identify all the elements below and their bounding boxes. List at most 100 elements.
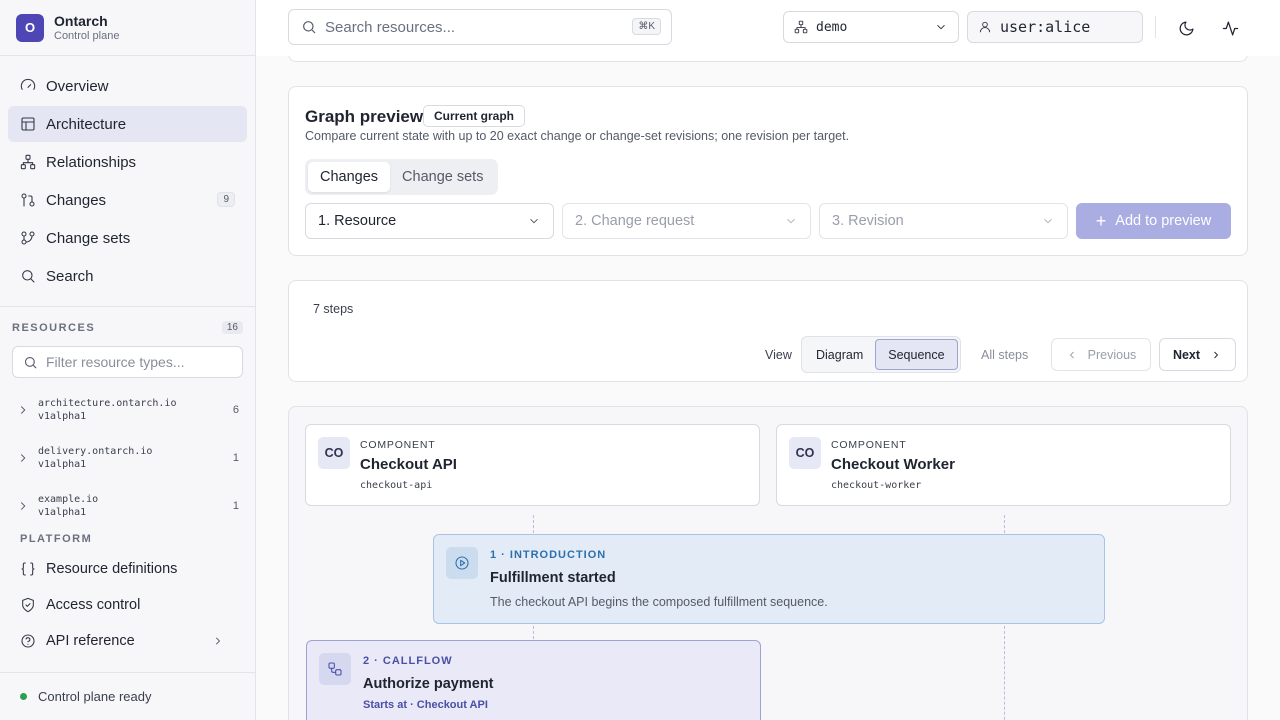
resource-select-value: 1. Resource xyxy=(318,213,397,229)
main-content: Graph preview Current graph Compare curr… xyxy=(256,56,1280,720)
resource-group-version: v1alpha1 xyxy=(38,507,87,518)
nav-item-architecture[interactable]: Architecture xyxy=(8,106,247,142)
all-steps-link[interactable]: All steps xyxy=(981,348,1028,362)
component-kind: COMPONENT xyxy=(360,439,436,451)
layout-icon xyxy=(21,117,35,131)
component-slug: checkout-worker xyxy=(831,480,922,491)
graph-preview-title: Graph preview xyxy=(305,107,424,126)
platform-item-label: Access control xyxy=(46,597,141,613)
nav-item-label: Change sets xyxy=(46,229,131,247)
view-label: View xyxy=(765,348,792,362)
add-to-preview-button[interactable]: + Add to preview xyxy=(1076,203,1231,239)
sequence-stepper-card: 7 steps View Diagram Sequence All steps … xyxy=(288,280,1248,382)
search-icon xyxy=(303,21,316,34)
resource-group-example[interactable]: example.io v1alpha1 1 xyxy=(12,486,243,526)
gauge-icon xyxy=(20,78,36,90)
component-card-checkout-worker[interactable]: CO COMPONENT Checkout Worker checkout-wo… xyxy=(776,424,1231,506)
namespace-select[interactable]: demo xyxy=(783,11,959,43)
resource-group-architecture[interactable]: architecture.ontarch.io v1alpha1 6 xyxy=(12,390,243,430)
resource-group-version: v1alpha1 xyxy=(38,411,87,422)
chevron-down-icon xyxy=(937,24,945,30)
previous-button[interactable]: Previous xyxy=(1051,338,1151,371)
main-nav: Overview Architecture Relationships Chan… xyxy=(0,56,255,307)
tab-changes[interactable]: Changes xyxy=(308,162,391,192)
nav-item-label: Relationships xyxy=(46,153,137,171)
user-identity[interactable]: user:alice xyxy=(967,11,1143,43)
next-button[interactable]: Next xyxy=(1159,338,1236,371)
view-diagram-button[interactable]: Diagram xyxy=(804,339,875,370)
brand-subtitle: Control plane xyxy=(54,30,120,42)
preview-mode-tabs: Changes Change sets xyxy=(305,159,499,195)
resource-group-delivery[interactable]: delivery.ontarch.io v1alpha1 1 xyxy=(12,438,243,478)
theme-toggle-button[interactable] xyxy=(1172,14,1200,42)
change-request-select[interactable]: 2. Change request xyxy=(562,203,811,239)
network-icon xyxy=(20,154,36,170)
platform-item-resource-definitions[interactable]: Resource definitions xyxy=(8,552,248,586)
resources-title: RESOURCES xyxy=(12,321,96,334)
global-search[interactable]: ⌘K xyxy=(288,9,672,45)
nav-item-label: Search xyxy=(46,267,94,285)
resources-count-badge: 16 xyxy=(221,321,243,334)
activity-button[interactable] xyxy=(1216,14,1244,42)
component-card-checkout-api[interactable]: CO COMPONENT Checkout API checkout-api xyxy=(305,424,760,506)
search-input[interactable] xyxy=(325,18,615,36)
platform-item-label: API reference xyxy=(46,633,135,649)
platform-item-api-reference[interactable]: API reference xyxy=(8,624,248,658)
step-card-callflow[interactable]: 2 · CALLFLOW Authorize payment Starts at… xyxy=(306,640,761,720)
nav-item-change-sets[interactable]: Change sets xyxy=(8,220,247,256)
step-title: Authorize payment xyxy=(363,676,494,692)
resource-filter[interactable] xyxy=(12,346,243,378)
tab-change-sets[interactable]: Change sets xyxy=(390,162,495,192)
graph-preview-card: Graph preview Current graph Compare curr… xyxy=(288,86,1248,256)
chevron-right-icon[interactable] xyxy=(16,451,30,465)
status-text: Control plane ready xyxy=(38,689,152,704)
step-meta: 1 · INTRODUCTION xyxy=(490,549,607,561)
component-slug: checkout-api xyxy=(360,480,433,491)
user-icon xyxy=(979,21,991,33)
namespace-value: demo xyxy=(816,19,848,35)
status-indicator xyxy=(20,693,27,700)
nav-item-overview[interactable]: Overview xyxy=(8,68,247,104)
resource-group-count: 6 xyxy=(232,404,239,416)
previous-label: Previous xyxy=(1087,347,1137,362)
chevron-right-icon[interactable] xyxy=(16,499,30,513)
plus-icon: + xyxy=(1095,210,1107,231)
nav-item-label: Overview xyxy=(46,77,109,95)
play-circle-icon xyxy=(446,547,478,579)
platform-item-access-control[interactable]: Access control xyxy=(8,588,248,622)
revision-select-value: 3. Revision xyxy=(832,213,904,229)
add-to-preview-label: Add to preview xyxy=(1115,213,1212,229)
braces-icon xyxy=(21,562,35,576)
network-icon xyxy=(794,20,808,34)
git-branch-icon xyxy=(21,231,35,245)
chevron-left-icon xyxy=(1069,351,1074,358)
revision-select[interactable]: 3. Revision xyxy=(819,203,1068,239)
resource-group-count: 1 xyxy=(232,500,239,512)
chevron-right-icon[interactable] xyxy=(212,635,224,647)
moon-icon xyxy=(1179,21,1193,35)
current-graph-badge: Current graph xyxy=(423,105,526,127)
chevron-right-icon[interactable] xyxy=(16,403,30,417)
resource-group-name: example.io xyxy=(38,494,99,505)
resources-header: RESOURCES 16 xyxy=(12,321,243,334)
step-description: The checkout API begins the composed ful… xyxy=(490,595,828,609)
steps-count: 7 steps xyxy=(313,302,354,316)
view-sequence-button[interactable]: Sequence xyxy=(875,339,958,370)
shield-icon xyxy=(22,597,34,613)
brand-logo: O xyxy=(16,13,44,42)
component-kind: COMPONENT xyxy=(831,439,907,451)
resource-filter-input[interactable] xyxy=(46,354,226,370)
component-avatar: CO xyxy=(789,437,821,469)
search-icon xyxy=(22,270,35,283)
brand[interactable]: O Ontarch Control plane xyxy=(0,0,255,56)
change-request-select-value: 2. Change request xyxy=(575,213,695,229)
nav-item-relationships[interactable]: Relationships xyxy=(8,144,247,180)
nav-item-search[interactable]: Search xyxy=(8,258,247,294)
step-title: Fulfillment started xyxy=(490,570,616,586)
previous-card xyxy=(288,56,1248,62)
resource-group-name: delivery.ontarch.io xyxy=(38,446,153,457)
nav-item-changes[interactable]: Changes 9 xyxy=(8,182,247,218)
resource-select[interactable]: 1. Resource xyxy=(305,203,554,239)
step-card-introduction[interactable]: 1 · INTRODUCTION Fulfillment started The… xyxy=(433,534,1105,624)
sidebar: O Ontarch Control plane Overview Archite… xyxy=(0,0,256,720)
